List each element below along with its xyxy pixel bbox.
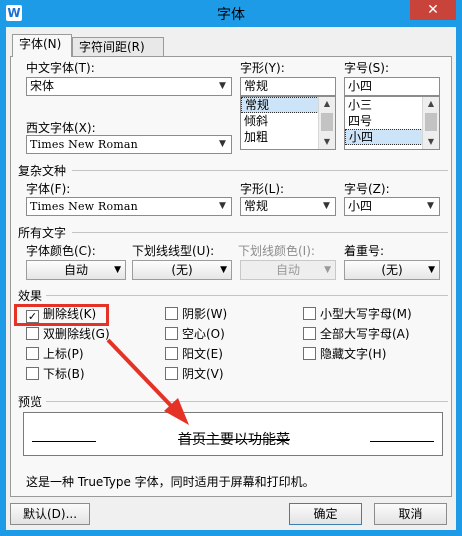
tab-font[interactable]: 字体(N) [12,34,72,57]
annotation-arrow-icon [106,338,189,425]
font-dialog-window: W 字体 ✕ 字体(N) 字符间距(R) 中文字体(T): 宋体 ▼ 字形(Y)… [0,0,462,536]
